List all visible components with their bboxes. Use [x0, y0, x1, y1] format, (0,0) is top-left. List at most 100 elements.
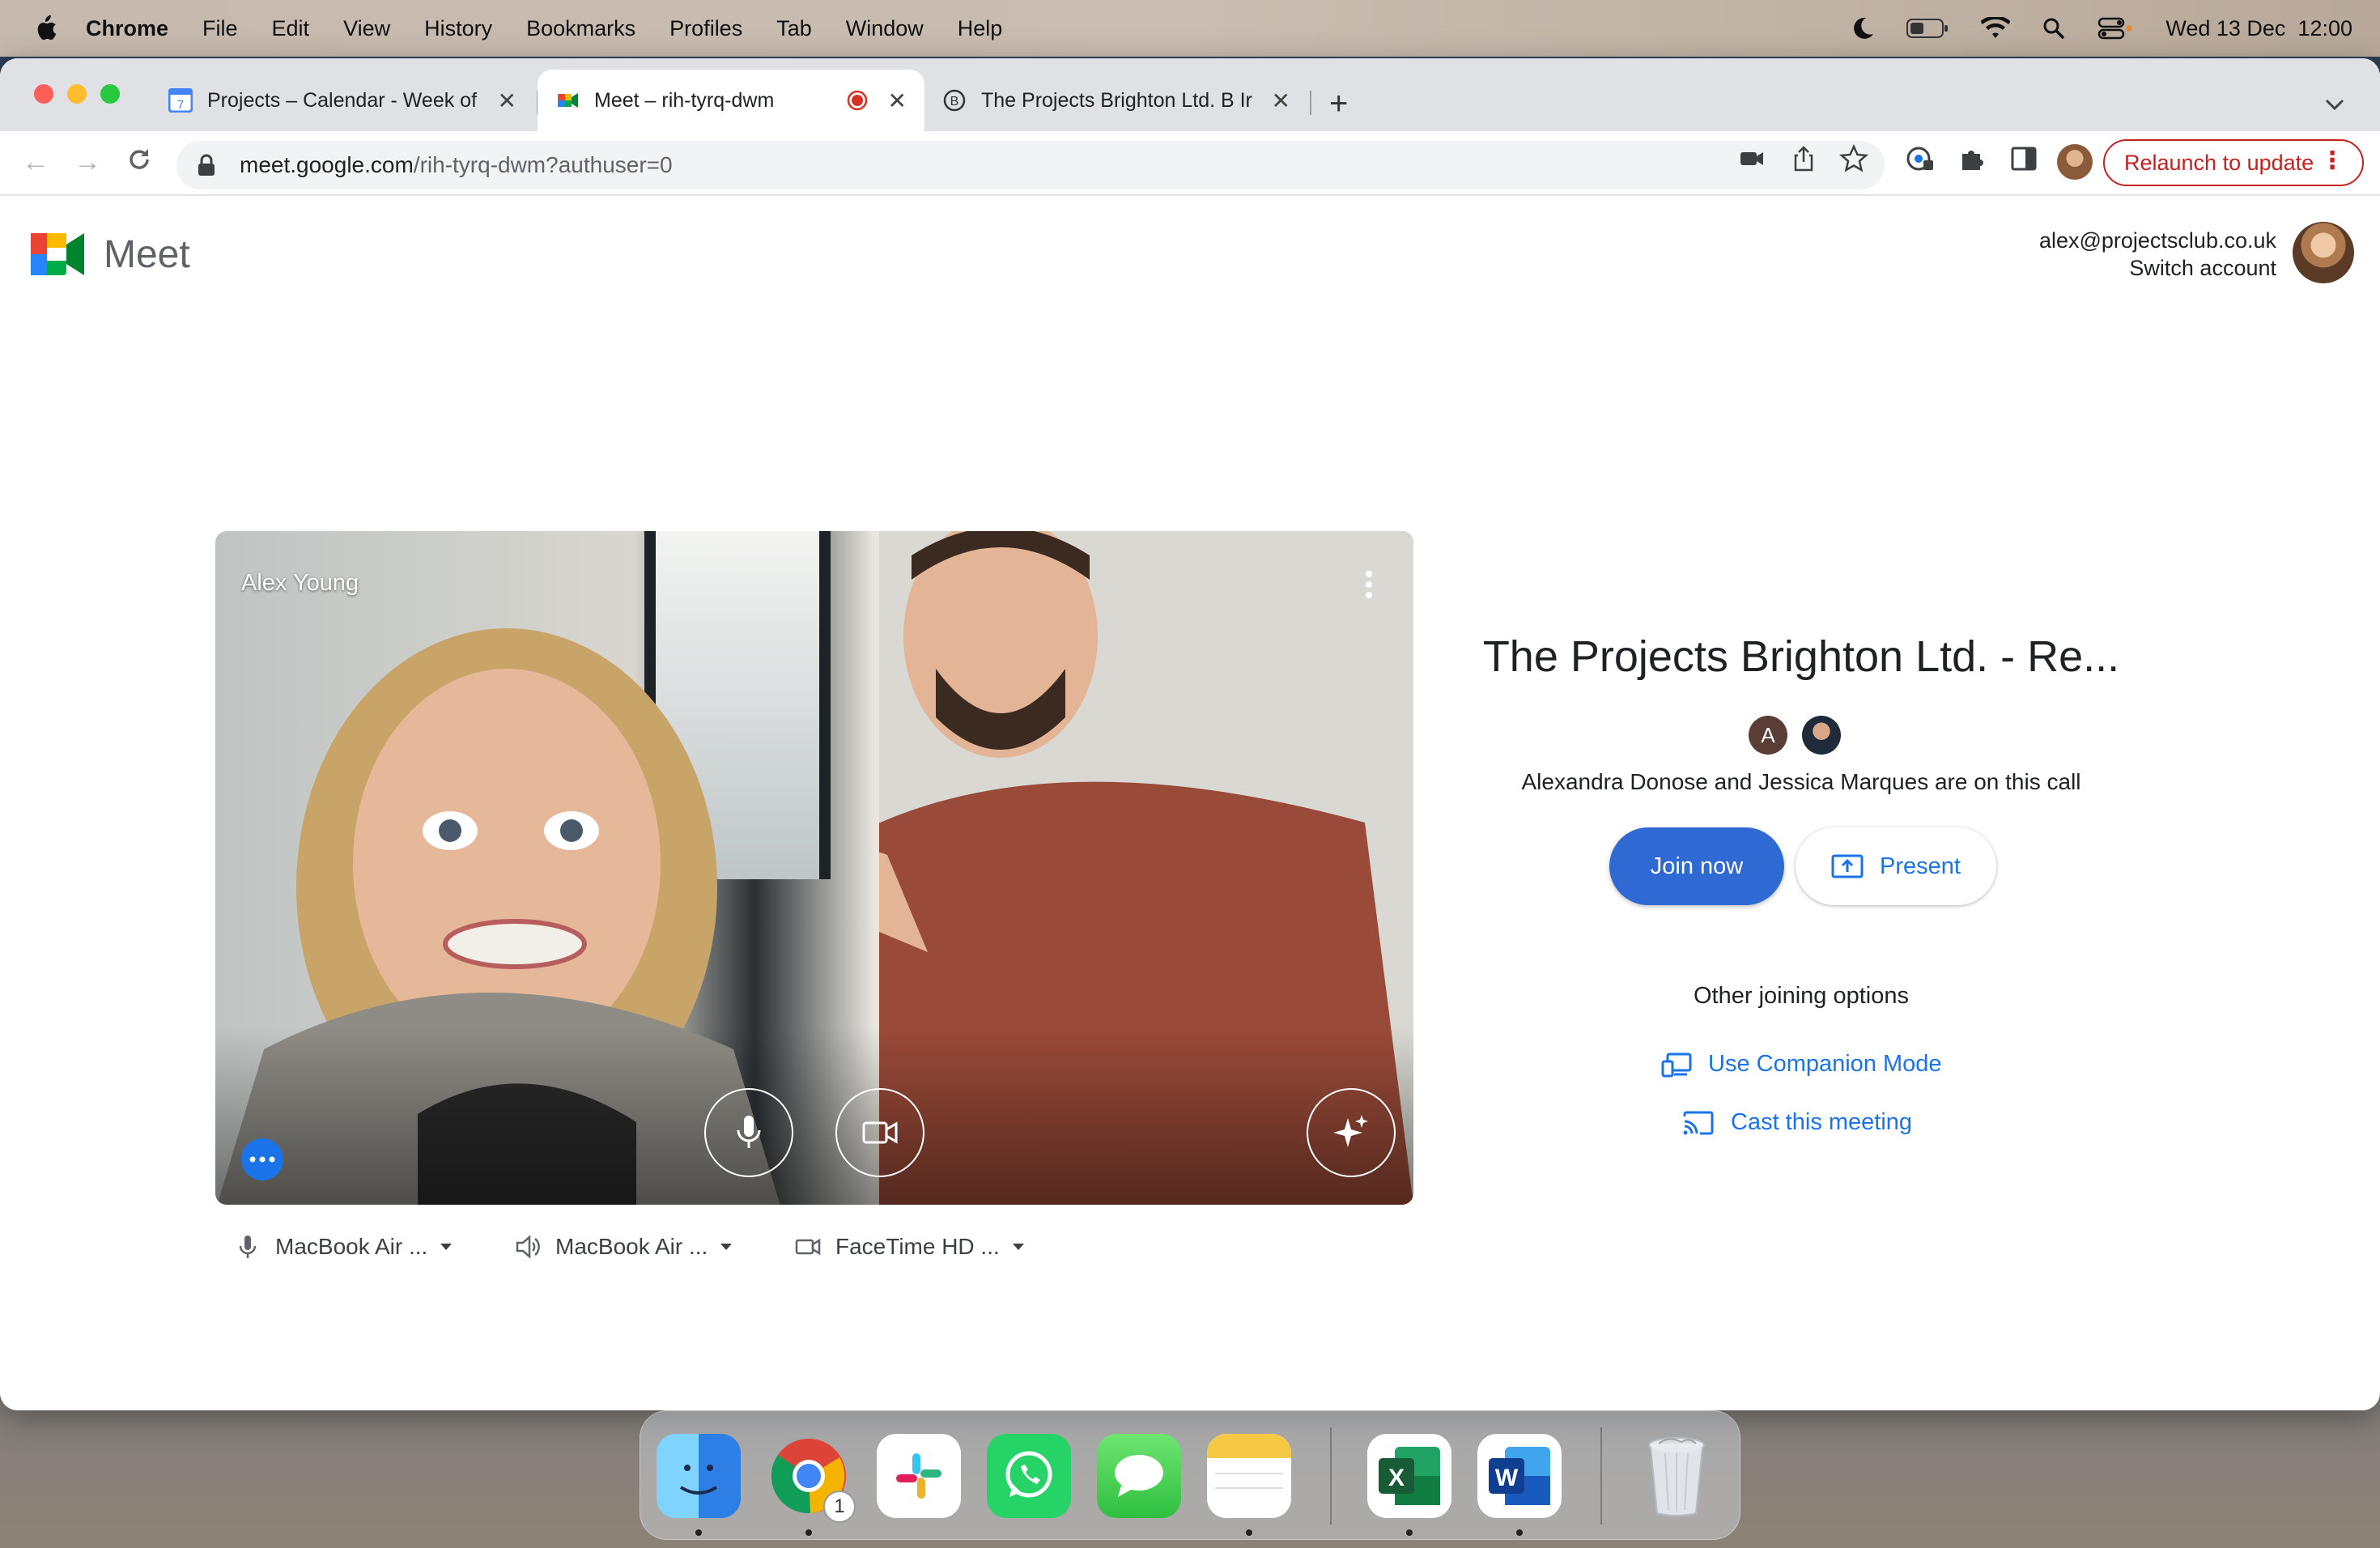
- participant-avatar: [1802, 716, 1841, 755]
- lock-icon[interactable]: [198, 154, 215, 176]
- tab-brighton-title: The Projects Brighton Ltd. B Ir: [981, 88, 1252, 112]
- other-joining-options-heading: Other joining options: [1694, 983, 1909, 1009]
- cast-icon: [1683, 1111, 1714, 1134]
- calendar-icon: 7: [168, 88, 193, 113]
- switch-account-link[interactable]: Switch account: [2039, 254, 2276, 282]
- notes-lines-icon: [1215, 1487, 1283, 1489]
- speaker-selector[interactable]: MacBook Air ...: [515, 1234, 733, 1260]
- companion-mode-link[interactable]: Use Companion Mode: [1661, 1051, 1942, 1078]
- menu-bookmarks[interactable]: Bookmarks: [526, 16, 635, 41]
- account-info[interactable]: alex@projectsclub.co.uk Switch account: [2039, 227, 2276, 282]
- extensions-puzzle-icon[interactable]: [1957, 144, 1987, 173]
- slack-icon: [896, 1453, 941, 1499]
- svg-text:X: X: [1388, 1465, 1405, 1491]
- join-now-button[interactable]: Join now: [1609, 827, 1784, 905]
- word-icon: W: [1489, 1447, 1550, 1505]
- account-avatar[interactable]: [2293, 222, 2354, 283]
- browser-window: 7 Projects – Calendar - Week of ✕ Meet –…: [0, 58, 2380, 1410]
- menu-profiles[interactable]: Profiles: [669, 16, 742, 41]
- dock-messages[interactable]: [1097, 1434, 1181, 1518]
- participant-avatar: A: [1749, 716, 1787, 755]
- more-vertical-icon[interactable]: ⋮: [2320, 149, 2344, 173]
- password-manager-icon[interactable]: [1906, 144, 1935, 173]
- dock-trash[interactable]: [1634, 1434, 1719, 1518]
- account-email: alex@projectsclub.co.uk: [2038, 228, 2276, 253]
- menu-bar-clock[interactable]: Wed 13 Dec 12:00: [2165, 16, 2352, 41]
- present-button[interactable]: Present: [1796, 827, 1996, 905]
- moon-icon[interactable]: [1851, 16, 1874, 40]
- menu-app-name[interactable]: Chrome: [86, 16, 168, 41]
- camera-toggle-button[interactable]: [835, 1088, 924, 1177]
- more-actions-button[interactable]: [241, 1138, 283, 1180]
- url-path: /rih-tyrq-dwm?authuser=0: [413, 152, 673, 177]
- spotlight-search-icon[interactable]: [2042, 17, 2065, 40]
- join-now-label: Join now: [1650, 853, 1744, 879]
- close-tab-icon[interactable]: ✕: [498, 87, 516, 114]
- relaunch-to-update-button[interactable]: Relaunch to update ⋮: [2103, 139, 2364, 186]
- tab-calendar[interactable]: 7 Projects – Calendar - Week of ✕: [151, 70, 534, 131]
- tab-search-chevron-icon[interactable]: [2325, 91, 2344, 117]
- messages-icon: [1115, 1455, 1163, 1497]
- bookmark-star-icon[interactable]: [1839, 144, 1868, 173]
- camera-device-label: FaceTime HD ...: [835, 1234, 1000, 1259]
- apple-icon[interactable]: [29, 15, 62, 42]
- dock: 1 X W: [640, 1410, 1740, 1540]
- dock-separator: [1330, 1427, 1332, 1525]
- close-tab-icon[interactable]: ✕: [888, 87, 907, 114]
- microphone-selector[interactable]: MacBook Air ...: [235, 1234, 453, 1260]
- dock-chrome[interactable]: 1: [767, 1434, 856, 1523]
- companion-mode-icon: [1661, 1053, 1692, 1077]
- menu-view[interactable]: View: [343, 16, 390, 41]
- dock-running-indicator: [805, 1529, 812, 1536]
- dock-excel[interactable]: X: [1367, 1434, 1451, 1518]
- camera-selector[interactable]: FaceTime HD ...: [795, 1234, 1024, 1260]
- dock-separator: [1600, 1427, 1602, 1525]
- dock-whatsapp[interactable]: [987, 1434, 1071, 1518]
- tab-meet[interactable]: Meet – rih-tyrq-dwm ✕: [538, 70, 924, 131]
- meet-logo[interactable]: Meet: [31, 232, 190, 277]
- video-camera-icon: [862, 1121, 898, 1144]
- tab-calendar-title: Projects – Calendar - Week of: [207, 88, 478, 112]
- dock-word[interactable]: W: [1477, 1434, 1562, 1518]
- dock-finder[interactable]: [657, 1434, 741, 1518]
- menu-history[interactable]: History: [424, 16, 492, 41]
- tab-strip: 7 Projects – Calendar - Week of ✕ Meet –…: [0, 58, 2380, 131]
- tab-brighton[interactable]: B The Projects Brighton Ltd. B Ir ✕: [924, 70, 1308, 131]
- visual-effects-button[interactable]: [1307, 1088, 1396, 1177]
- zoom-window-button[interactable]: [100, 84, 120, 104]
- meet-logo-text: Meet: [104, 232, 190, 276]
- menu-tab[interactable]: Tab: [776, 16, 812, 41]
- more-options-icon[interactable]: [1365, 570, 1373, 599]
- tab-separator: [1310, 91, 1311, 115]
- minimize-window-button[interactable]: [67, 84, 87, 104]
- dock-running-indicator: [1516, 1529, 1523, 1536]
- chrome-notification-badge: 1: [823, 1491, 856, 1523]
- dock-notes[interactable]: [1207, 1434, 1291, 1518]
- speaker-icon: [516, 1235, 540, 1259]
- close-window-button[interactable]: [34, 84, 53, 104]
- reload-icon[interactable]: [123, 146, 155, 178]
- back-arrow-icon[interactable]: ←: [19, 146, 52, 178]
- control-center-icon[interactable]: [2097, 17, 2133, 40]
- menu-file[interactable]: File: [202, 16, 238, 41]
- close-tab-icon[interactable]: ✕: [1272, 87, 1290, 114]
- menu-help[interactable]: Help: [958, 16, 1003, 41]
- menu-window[interactable]: Window: [846, 16, 924, 41]
- cast-meeting-link[interactable]: Cast this meeting: [1682, 1109, 1912, 1136]
- wifi-icon[interactable]: [1981, 17, 2011, 40]
- brighton-icon: B: [943, 89, 966, 112]
- microphone-icon: [239, 1235, 257, 1258]
- dock-slack[interactable]: [877, 1434, 961, 1518]
- address-bar[interactable]: meet.google.com/rih-tyrq-dwm?authuser=0: [176, 141, 1885, 189]
- dock-running-indicator: [695, 1529, 702, 1536]
- menu-edit[interactable]: Edit: [272, 16, 310, 41]
- side-panel-icon[interactable]: [2009, 144, 2038, 173]
- camera-in-use-icon[interactable]: [1737, 144, 1766, 173]
- microphone-toggle-button[interactable]: [704, 1088, 793, 1177]
- share-icon[interactable]: [1789, 144, 1818, 173]
- battery-icon[interactable]: [1906, 18, 1949, 39]
- chrome-profile-avatar[interactable]: [2057, 144, 2093, 180]
- trash-icon: [1648, 1437, 1705, 1516]
- forward-arrow-icon[interactable]: →: [71, 146, 104, 178]
- new-tab-icon[interactable]: +: [1329, 87, 1348, 120]
